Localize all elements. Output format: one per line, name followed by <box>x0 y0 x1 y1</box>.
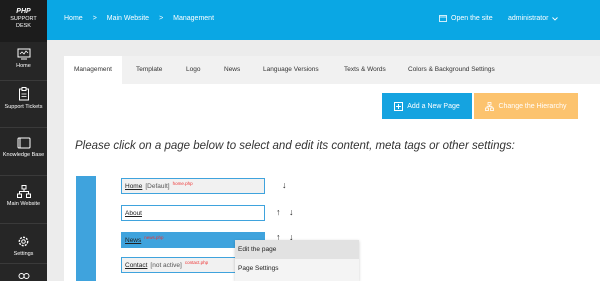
logo-line-3: DESK <box>16 22 31 29</box>
monitor-icon <box>17 48 30 60</box>
page-file: contact.php <box>184 259 209 265</box>
page-file: home.php <box>172 180 193 186</box>
sitemap-icon <box>16 185 31 198</box>
page-row-about[interactable]: About <box>121 205 265 221</box>
add-page-icon <box>394 101 404 111</box>
sidebar-item-label: Home <box>16 63 31 69</box>
people-icon <box>18 273 29 279</box>
window-icon <box>439 15 447 22</box>
page-name: Contact <box>125 261 148 269</box>
chevron-down-icon <box>552 16 559 21</box>
change-hierarchy-label: Change the Hierarchy <box>498 102 567 110</box>
logo-line-1: PHP <box>16 8 31 15</box>
instruction-text: Please click on a page below to select a… <box>75 140 515 152</box>
tab-news[interactable]: News <box>224 56 240 84</box>
breadcrumb-separator: > <box>92 15 97 22</box>
topbar: Home > Main Website > Management Open th… <box>47 0 600 40</box>
move-down-arrow-icon[interactable]: ↓ <box>289 207 294 217</box>
sidebar-item-label: Support Tickets <box>4 104 43 110</box>
tab-language-versions[interactable]: Language Versions <box>263 56 319 84</box>
user-menu[interactable]: administrator <box>508 15 559 22</box>
gear-icon <box>18 236 29 247</box>
sidebar-item-label: Knowledge Base <box>2 152 45 158</box>
move-down-arrow-icon[interactable]: ↓ <box>282 180 287 190</box>
sidebar-item-home[interactable]: Home <box>0 45 47 81</box>
sidebar-item-label: Settings <box>13 251 34 257</box>
context-page-settings[interactable]: Page Settings <box>235 259 359 278</box>
breadcrumb-separator: > <box>159 15 164 22</box>
user-name: administrator <box>508 15 549 22</box>
tab-colors-background[interactable]: Colors & Background Settings <box>408 56 495 84</box>
page-name: News <box>125 236 142 244</box>
page-row-home[interactable]: Home [Default] home.php <box>121 178 265 194</box>
tab-texts-words[interactable]: Texts & Words <box>344 56 386 84</box>
app-logo[interactable]: PHP SUPPORT DESK <box>0 0 47 42</box>
breadcrumb-main-website[interactable]: Main Website <box>107 15 149 22</box>
sidebar-item-knowledge-base[interactable]: Knowledge Base <box>0 131 47 176</box>
tab-logo[interactable]: Logo <box>186 56 200 84</box>
open-site-label: Open the site <box>451 15 493 22</box>
sidebar-item-main-website[interactable]: Main Website <box>0 179 47 224</box>
page-file: news.php <box>144 234 164 240</box>
page-name: About <box>125 209 142 217</box>
pages-vertical-bar <box>76 176 96 281</box>
breadcrumb: Home > Main Website > Management <box>64 15 214 22</box>
tab-management[interactable]: Management <box>64 56 122 84</box>
add-page-label: Add a New Page <box>407 102 460 110</box>
sidebar-item-settings[interactable]: Settings <box>0 226 47 264</box>
move-up-arrow-icon[interactable]: ↑ <box>276 207 281 217</box>
clipboard-icon <box>18 87 29 101</box>
page-name: Home <box>125 182 143 190</box>
add-page-button[interactable]: Add a New Page <box>382 93 472 119</box>
sidebar: PHP SUPPORT DESK Home Support Tickets Kn… <box>0 0 47 281</box>
book-icon <box>17 137 30 149</box>
page-flag: [not active] <box>150 261 182 269</box>
breadcrumb-management: Management <box>173 15 215 22</box>
hierarchy-icon <box>485 101 495 111</box>
sidebar-item-support-tickets[interactable]: Support Tickets <box>0 83 47 128</box>
pages-vertical-label: the pages of your current site <box>70 205 76 277</box>
open-site-link[interactable]: Open the site <box>439 15 493 22</box>
change-hierarchy-button[interactable]: Change the Hierarchy <box>474 93 578 119</box>
context-edit-page[interactable]: Edit the page <box>235 240 359 259</box>
breadcrumb-home[interactable]: Home <box>64 15 83 22</box>
logo-line-2: SUPPORT <box>10 16 37 22</box>
tab-bar: Management Template Logo News Language V… <box>64 56 600 84</box>
sidebar-item-label: Main Website <box>6 201 41 207</box>
tab-template[interactable]: Template <box>136 56 162 84</box>
content-panel: Management Template Logo News Language V… <box>64 56 600 281</box>
page-context-menu: Edit the page Page Settings <box>235 240 359 281</box>
page-flag: [Default] <box>145 182 170 190</box>
sidebar-item-users[interactable] <box>0 266 47 281</box>
